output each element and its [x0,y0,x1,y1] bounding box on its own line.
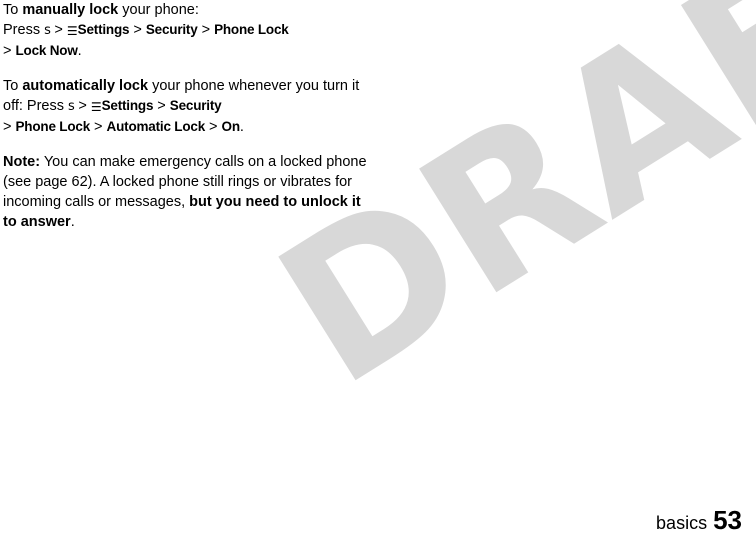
body-column: To manually lock your phone: Press s > ☰S… [3,0,373,247]
p1-end: . [77,43,82,59]
p2-sep2: > [153,98,170,114]
page-footer: basics 53 [656,505,742,536]
menu-phone-lock-2: Phone Lock [15,119,91,134]
footer-section-label: basics [656,513,708,533]
p2-lead: To [3,78,23,94]
settings-icon-2: ☰ [90,100,102,114]
menu-phone-lock: Phone Lock [214,22,289,37]
p1-lead: To [3,2,23,18]
menu-automatic-lock: Automatic Lock [106,119,206,134]
settings-icon: ☰ [66,24,78,38]
p1-sep3: > [197,22,215,38]
note-end: . [70,214,75,230]
p2-end: . [239,119,244,135]
paragraph-manual-lock: To manually lock your phone: Press s > ☰S… [3,0,373,61]
paragraph-note: Note: You can make emergency calls on a … [3,152,373,232]
p1-mid: your phone: [118,2,199,18]
menu-security: Security [145,22,198,37]
p2-sep4: > [90,119,107,135]
menu-settings: Settings [77,22,130,37]
menu-on: On [221,119,241,134]
menu-security-2: Security [169,98,222,113]
p1-sep2: > [129,22,146,38]
p2-bold-automatically-lock: automatically lock [22,78,149,94]
p2-sep5: > [205,119,222,135]
footer-page-number: 53 [713,505,742,535]
paragraph-automatic-lock: To automatically lock your phone wheneve… [3,76,373,137]
p2-sep3: > [3,119,16,135]
p1-press: Press [3,22,45,38]
menu-settings-2: Settings [101,98,154,113]
p1-sep1: > [50,22,67,38]
menu-lock-now: Lock Now [15,43,78,58]
p1-sep4: > [3,43,16,59]
p2-sep1: > [74,98,91,114]
page-content: To manually lock your phone: Press s > ☰S… [0,0,756,546]
p1-bold-manually-lock: manually lock [22,2,119,18]
note-label: Note: [3,154,41,170]
